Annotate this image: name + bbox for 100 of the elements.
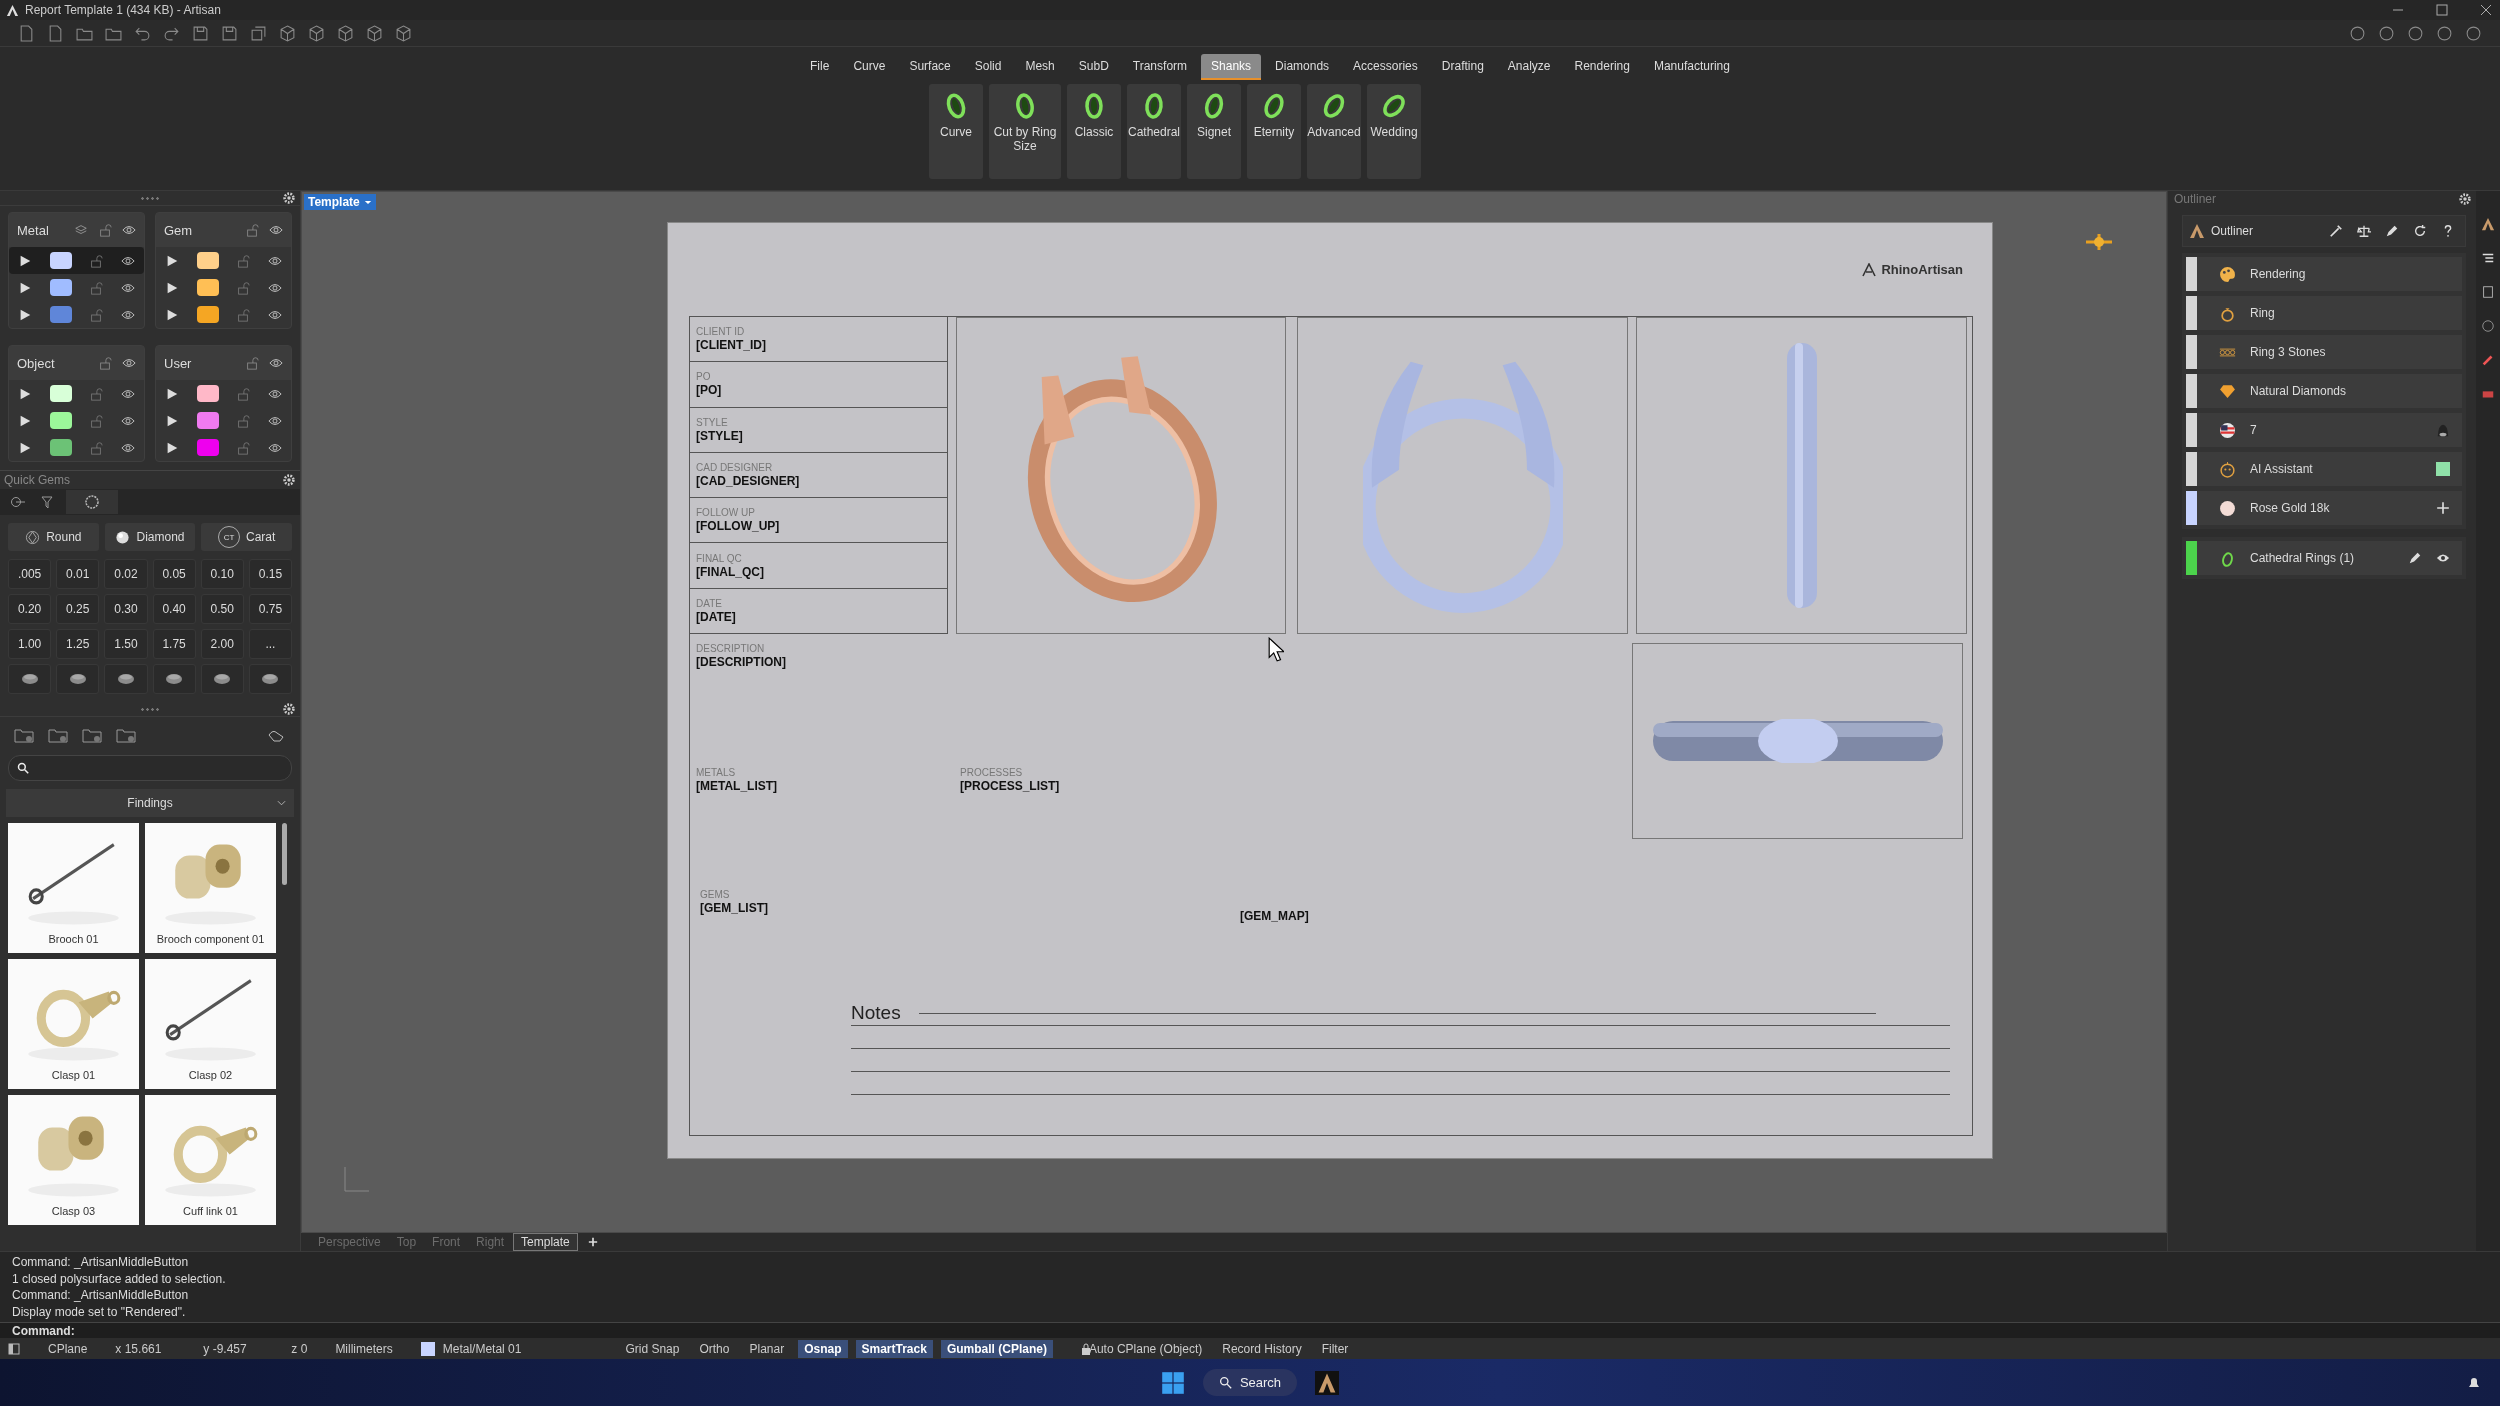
layer-color-swatch[interactable]: [49, 279, 72, 296]
stack-icon[interactable]: [74, 223, 88, 237]
size-button[interactable]: 0.01: [56, 559, 100, 589]
layer-color-swatch[interactable]: [196, 252, 219, 269]
search-field[interactable]: [8, 755, 292, 781]
cube-icon[interactable]: [337, 24, 354, 42]
size-button[interactable]: 0.40: [152, 594, 196, 624]
size-button[interactable]: 0.25: [56, 594, 100, 624]
folder-icon[interactable]: [14, 727, 34, 743]
app-logo-icon[interactable]: [1315, 1370, 1340, 1395]
target-icon[interactable]: [10, 494, 26, 510]
eyedropper-icon[interactable]: [2329, 224, 2343, 238]
ribbon-button[interactable]: Cut by Ring Size: [989, 84, 1061, 179]
ribbon-button[interactable]: Signet: [1187, 84, 1241, 179]
layer-row[interactable]: [9, 247, 144, 274]
settings-icon[interactable]: [282, 702, 296, 716]
size-button[interactable]: 0.05: [152, 559, 196, 589]
search-button[interactable]: Search: [1202, 1369, 1298, 1396]
menu-tab[interactable]: Transform: [1122, 54, 1198, 80]
cube-icon[interactable]: [279, 24, 296, 42]
current-layer[interactable]: Metal/Metal 01: [442, 1341, 522, 1356]
size-button[interactable]: 1.75: [152, 629, 196, 659]
gem-shape-button[interactable]: [152, 664, 196, 694]
status-toggle[interactable]: Auto CPlane (Object): [1082, 1339, 1209, 1358]
size-button[interactable]: 0.10: [200, 559, 244, 589]
gem-dropdown[interactable]: Diamond: [104, 523, 196, 551]
scale-icon[interactable]: [2357, 224, 2371, 238]
viewport[interactable]: [301, 191, 2167, 1233]
folder-icon[interactable]: [82, 727, 102, 743]
menu-tab[interactable]: SubD: [1068, 54, 1119, 80]
panel-toggle-icon[interactable]: [8, 1342, 20, 1355]
status-toggle[interactable]: Filter: [1315, 1339, 1355, 1358]
drag-handle[interactable]: [140, 707, 160, 711]
pencil-icon[interactable]: [2385, 224, 2399, 238]
size-button[interactable]: 0.15: [248, 559, 292, 589]
toolbar-circle-icon[interactable]: [2407, 24, 2424, 42]
outliner-item[interactable]: Natural Diamonds: [2186, 374, 2462, 408]
menu-tab[interactable]: Surface: [899, 54, 961, 80]
cube-icon[interactable]: [395, 24, 412, 42]
toolbar-circle-icon[interactable]: [2349, 24, 2366, 42]
toolbar-circle-icon[interactable]: [2465, 24, 2482, 42]
menu-tab[interactable]: Diamonds: [1265, 54, 1340, 80]
ribbon-button[interactable]: Curve: [929, 84, 983, 179]
status-toggle[interactable]: Gumball (CPlane): [940, 1339, 1053, 1358]
menu-tab[interactable]: Rendering: [1564, 54, 1640, 80]
layer-color-swatch[interactable]: [196, 412, 219, 429]
settings-icon[interactable]: [282, 473, 296, 487]
menu-tab[interactable]: Mesh: [1015, 54, 1065, 80]
layer-color-swatch[interactable]: [196, 439, 219, 456]
outliner-item[interactable]: Rendering: [2186, 257, 2462, 291]
size-button[interactable]: 0.75: [248, 594, 292, 624]
layers-icon[interactable]: [250, 24, 267, 42]
layer-color-swatch[interactable]: [196, 306, 219, 323]
eye-icon[interactable]: [269, 356, 283, 370]
settings-icon[interactable]: [2458, 192, 2472, 206]
viewport-label[interactable]: Template: [304, 194, 376, 210]
ribbon-button[interactable]: Cathedral: [1127, 84, 1181, 179]
plus-icon[interactable]: [2436, 501, 2450, 515]
layer-color-swatch[interactable]: [196, 385, 219, 402]
gem-shape-button[interactable]: [248, 664, 292, 694]
status-toggle[interactable]: Planar: [743, 1339, 791, 1358]
size-button[interactable]: 2.00: [200, 629, 244, 659]
eye-icon[interactable]: [122, 223, 136, 237]
status-toggle[interactable]: SmartTrack: [855, 1339, 933, 1358]
layer-color-swatch[interactable]: [49, 439, 72, 456]
brush-icon[interactable]: [2481, 353, 2495, 367]
units-label[interactable]: Millimeters: [335, 1341, 393, 1356]
ribbon-button[interactable]: Eternity: [1247, 84, 1301, 179]
close-icon[interactable]: [2478, 2, 2494, 18]
menu-tab[interactable]: Manufacturing: [1643, 54, 1740, 80]
save-icon[interactable]: [221, 24, 238, 42]
outliner-item[interactable]: AI Assistant: [2186, 452, 2462, 486]
gem-tab[interactable]: [66, 490, 118, 514]
outliner-item[interactable]: Rose Gold 18k: [2186, 491, 2462, 525]
toolbar-circle-icon[interactable]: [2436, 24, 2453, 42]
size-button[interactable]: 1.00: [8, 629, 52, 659]
size-button[interactable]: 1.50: [104, 629, 148, 659]
menu-tab[interactable]: Drafting: [1431, 54, 1494, 80]
drag-handle[interactable]: [140, 196, 160, 200]
outliner-item[interactable]: Ring: [2186, 296, 2462, 330]
funnel-icon[interactable]: [38, 494, 54, 510]
save-icon[interactable]: [192, 24, 209, 42]
plus-icon[interactable]: [587, 1237, 598, 1247]
eye-icon[interactable]: [122, 356, 136, 370]
category-dropdown[interactable]: Findings: [6, 789, 294, 817]
gem-shape-button[interactable]: [8, 664, 52, 694]
menu-tab[interactable]: Accessories: [1343, 54, 1428, 80]
outliner-item[interactable]: Ring 3 Stones: [2186, 335, 2462, 369]
gem-dropdown[interactable]: CT Carat: [201, 523, 292, 551]
maximize-icon[interactable]: [2434, 2, 2450, 18]
size-button[interactable]: 0.02: [104, 559, 148, 589]
cube-icon[interactable]: [366, 24, 383, 42]
document-icon[interactable]: [18, 24, 35, 42]
viewport-tab[interactable]: Template: [513, 1233, 578, 1251]
outliner-item[interactable]: 7: [2186, 413, 2462, 447]
layer-color-swatch[interactable]: [49, 385, 72, 402]
size-button[interactable]: 0.30: [104, 594, 148, 624]
refresh-icon[interactable]: [2413, 224, 2427, 238]
gem-shape-button[interactable]: [200, 664, 244, 694]
pencil-icon[interactable]: [2408, 551, 2422, 565]
